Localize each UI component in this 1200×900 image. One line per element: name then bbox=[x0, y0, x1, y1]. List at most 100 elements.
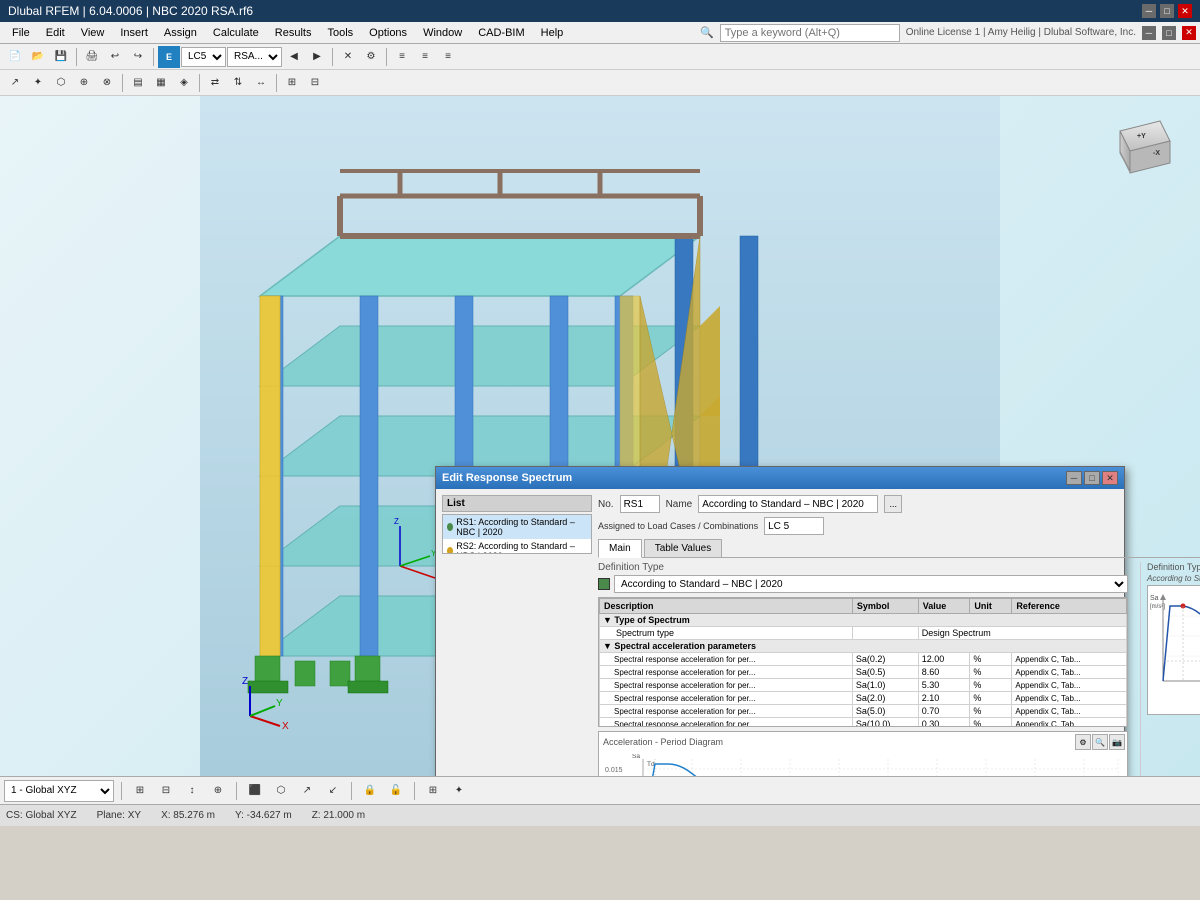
assigned-label: Assigned to Load Cases / Combinations bbox=[598, 521, 758, 531]
tb2-13[interactable]: ⊟ bbox=[304, 72, 326, 94]
bt-1[interactable]: ⊞ bbox=[129, 780, 151, 802]
tb2-11[interactable]: ↔ bbox=[250, 72, 272, 94]
toolbar-1: 📄 📂 💾 🖨 ↩ ↪ E LC5 RSA... ◀ ▶ ✕ ⚙ ≡ ≡ ≡ bbox=[0, 44, 1200, 70]
redo-btn[interactable]: ↪ bbox=[127, 46, 149, 68]
bt-7[interactable]: ↗ bbox=[296, 780, 318, 802]
list-header: List bbox=[442, 495, 592, 512]
menu-results[interactable]: Results bbox=[267, 25, 320, 41]
side-preview-panel: Definition Type According to Standard - … bbox=[1140, 562, 1200, 776]
tab-main[interactable]: Main bbox=[598, 539, 642, 558]
tb-more2[interactable]: ≡ bbox=[414, 46, 436, 68]
dialog-minimize-btn[interactable]: ─ bbox=[1066, 471, 1082, 485]
menu-calculate[interactable]: Calculate bbox=[205, 25, 267, 41]
tb2-2[interactable]: ✦ bbox=[27, 72, 49, 94]
open-btn[interactable]: 📂 bbox=[27, 46, 49, 68]
no-input[interactable] bbox=[620, 495, 660, 513]
svg-text:Y: Y bbox=[276, 698, 283, 709]
tb2-4[interactable]: ⊕ bbox=[73, 72, 95, 94]
search-icon: 🔍 bbox=[700, 26, 714, 39]
row-spectrum-type: Spectrum type Design Spectrum bbox=[600, 627, 1127, 640]
tb-e-btn[interactable]: E bbox=[158, 46, 180, 68]
dialog-maximize-btn[interactable]: □ bbox=[1084, 471, 1100, 485]
tb2-6[interactable]: ▤ bbox=[127, 72, 149, 94]
sa100-desc: Spectral response acceleration for per..… bbox=[600, 718, 853, 728]
row-sa10: Spectral response acceleration for per..… bbox=[600, 679, 1127, 692]
tb-more1[interactable]: ≡ bbox=[391, 46, 413, 68]
edit-response-spectrum-dialog: Edit Response Spectrum ─ □ ✕ List RS1: A… bbox=[435, 466, 1125, 776]
sa50-desc: Spectral response acceleration for per..… bbox=[600, 705, 853, 718]
lc-dropdown[interactable]: LC5 bbox=[181, 47, 226, 67]
close-button[interactable]: ✕ bbox=[1178, 4, 1192, 18]
menu-help[interactable]: Help bbox=[533, 25, 572, 41]
dialog-content: List RS1: According to Standard – NBC | … bbox=[442, 495, 1118, 776]
chart-zoom-btn[interactable]: 🔍 bbox=[1092, 734, 1108, 750]
maximize-button[interactable]: □ bbox=[1160, 4, 1174, 18]
tb2-9[interactable]: ⇄ bbox=[204, 72, 226, 94]
tb2-10[interactable]: ⇅ bbox=[227, 72, 249, 94]
list-item-rs2[interactable]: RS2: According to Standard – NBC | 2020 bbox=[443, 539, 591, 554]
section-spectral-label: ▼ Spectral acceleration parameters bbox=[600, 640, 1127, 653]
bt-snap[interactable]: ✦ bbox=[448, 780, 470, 802]
rsa-dropdown[interactable]: RSA... bbox=[227, 47, 282, 67]
title-bar: Dlubal RFEM | 6.04.0006 | NBC 2020 RSA.r… bbox=[0, 0, 1200, 22]
tb2-8[interactable]: ◈ bbox=[173, 72, 195, 94]
sa02-desc: Spectral response acceleration for per..… bbox=[600, 653, 853, 666]
assigned-input[interactable] bbox=[764, 517, 824, 535]
nav-prev[interactable]: ◀ bbox=[283, 46, 305, 68]
tab-table-values[interactable]: Table Values bbox=[644, 539, 723, 557]
menu-edit[interactable]: Edit bbox=[38, 25, 73, 41]
nav-next[interactable]: ▶ bbox=[306, 46, 328, 68]
menu-insert[interactable]: Insert bbox=[112, 25, 156, 41]
float-close[interactable]: ✕ bbox=[1182, 26, 1196, 40]
tb2-5[interactable]: ⊗ bbox=[96, 72, 118, 94]
menu-tools[interactable]: Tools bbox=[319, 25, 361, 41]
bt-4[interactable]: ⊕ bbox=[207, 780, 229, 802]
menu-assign[interactable]: Assign bbox=[156, 25, 205, 41]
chart-settings-btn[interactable]: ⚙ bbox=[1075, 734, 1091, 750]
bt-3[interactable]: ↕ bbox=[181, 780, 203, 802]
bt-lock[interactable]: 🔒 bbox=[359, 780, 381, 802]
name-input[interactable] bbox=[698, 495, 878, 513]
menu-options[interactable]: Options bbox=[361, 25, 415, 41]
tb-settings[interactable]: ⚙ bbox=[360, 46, 382, 68]
print-btn[interactable]: 🖨 bbox=[81, 46, 103, 68]
tb2-7[interactable]: ▦ bbox=[150, 72, 172, 94]
tb2-12[interactable]: ⊞ bbox=[281, 72, 303, 94]
dialog-close-btn[interactable]: ✕ bbox=[1102, 471, 1118, 485]
menu-view[interactable]: View bbox=[73, 25, 113, 41]
menu-file[interactable]: File bbox=[4, 25, 38, 41]
float-minimize[interactable]: ─ bbox=[1142, 26, 1156, 40]
save-btn[interactable]: 💾 bbox=[50, 46, 72, 68]
fields-row: No. Name ... bbox=[598, 495, 1200, 513]
canvas-area[interactable]: Z X Y Z X Y bbox=[0, 96, 1200, 776]
new-btn[interactable]: 📄 bbox=[4, 46, 26, 68]
sa100-symbol: Sa(10.0) bbox=[852, 718, 918, 728]
bt-grid[interactable]: ⊞ bbox=[422, 780, 444, 802]
bt-5[interactable]: ⬛ bbox=[244, 780, 266, 802]
coordinate-system-dropdown[interactable]: 1 - Global XYZ bbox=[4, 780, 114, 802]
bt-6[interactable]: ⬡ bbox=[270, 780, 292, 802]
name-edit-btn[interactable]: ... bbox=[884, 495, 902, 513]
minimize-button[interactable]: ─ bbox=[1142, 4, 1156, 18]
bt-8[interactable]: ↙ bbox=[322, 780, 344, 802]
tb-x-btn[interactable]: ✕ bbox=[337, 46, 359, 68]
menu-cadbim[interactable]: CAD-BIM bbox=[470, 25, 532, 41]
menu-window[interactable]: Window bbox=[415, 25, 470, 41]
list-item-rs1[interactable]: RS1: According to Standard – NBC | 2020 bbox=[443, 515, 591, 539]
definition-type-section: Definition Type According to Standard – … bbox=[598, 562, 1128, 593]
spectrum-table-container[interactable]: Description Symbol Value Unit Reference bbox=[598, 597, 1128, 727]
chart-export-btn[interactable]: 📷 bbox=[1109, 734, 1125, 750]
search-input[interactable] bbox=[720, 24, 900, 42]
response-spectrum-list[interactable]: RS1: According to Standard – NBC | 2020 … bbox=[442, 514, 592, 554]
float-restore[interactable]: □ bbox=[1162, 26, 1176, 40]
dialog-title: Edit Response Spectrum bbox=[442, 472, 572, 484]
view-cube[interactable]: +Y -X bbox=[1105, 111, 1185, 191]
bt-unlock[interactable]: 🔓 bbox=[385, 780, 407, 802]
tb2-1[interactable]: ↗ bbox=[4, 72, 26, 94]
def-type-select[interactable]: According to Standard – NBC | 2020 bbox=[614, 575, 1128, 593]
tb2-3[interactable]: ⬡ bbox=[50, 72, 72, 94]
undo-btn[interactable]: ↩ bbox=[104, 46, 126, 68]
bt-2[interactable]: ⊟ bbox=[155, 780, 177, 802]
sa10-symbol: Sa(1.0) bbox=[852, 679, 918, 692]
tb-more3[interactable]: ≡ bbox=[437, 46, 459, 68]
